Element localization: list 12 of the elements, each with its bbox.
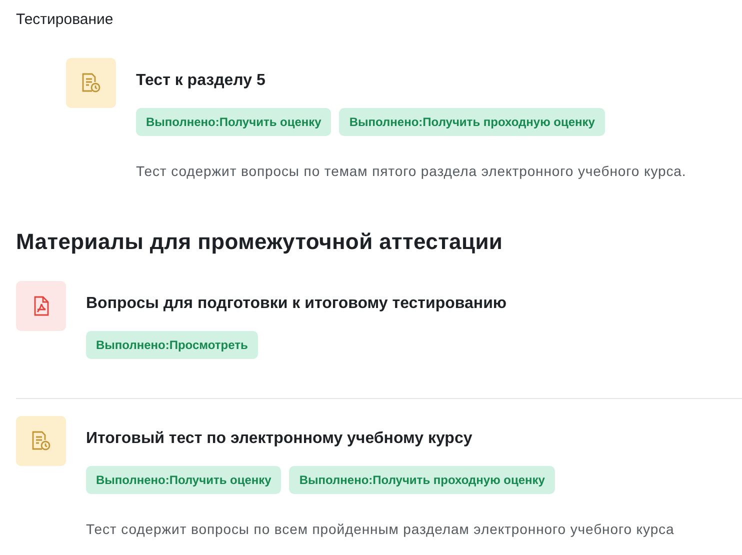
activity-description: Тест содержит вопросы по всем пройденным разделам электронного учебного курса [86,520,674,539]
section-title: Тестирование [16,11,114,29]
completion-badge: Выполнено:Получить проходную оценку [289,466,555,494]
activity-title[interactable]: Тест к разделу 5 [136,71,686,91]
completion-badge: Выполнено:Просмотреть [86,331,258,359]
activity-title[interactable]: Итоговый тест по электронному учебному курсу [86,429,674,449]
completion-badge: Выполнено:Получить оценку [136,108,332,136]
completion-badge: Выполнено:Получить оценку [86,466,282,494]
activity-title[interactable]: Вопросы для подготовки к итоговому тестированию [86,294,507,314]
activity-description: Тест содержит вопросы по темам пятого раздела электронного учебного курса. [136,162,686,181]
completion-badge: Выполнено:Получить проходную оценку [339,108,605,136]
section-heading: Материалы для промежуточной аттестации [16,228,504,256]
